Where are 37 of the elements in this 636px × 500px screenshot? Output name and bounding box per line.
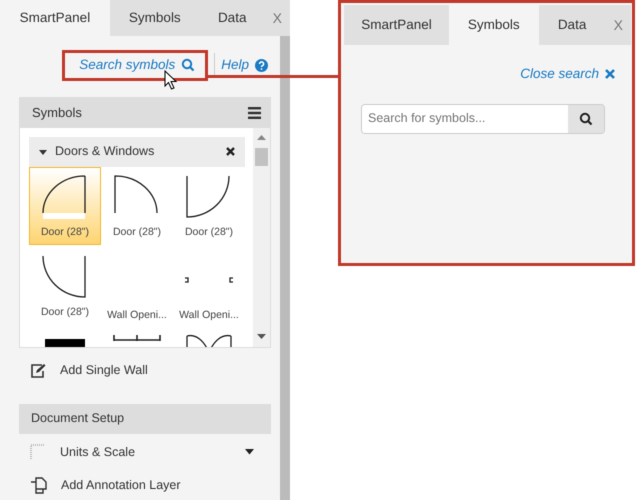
scrollbar[interactable] <box>253 128 270 347</box>
close-icon <box>226 147 235 156</box>
panel-title: Symbols <box>32 104 82 122</box>
search-button[interactable] <box>568 104 604 133</box>
action-link[interactable]: Add Single Wall <box>60 361 148 380</box>
help-icon <box>255 58 268 72</box>
menu-icon <box>248 106 261 119</box>
symbol-label: Door (28") <box>184 224 234 240</box>
scrollbar[interactable] <box>280 36 290 500</box>
symbol-label: Door (28") <box>40 224 90 240</box>
wall-studs-drawing <box>112 332 162 341</box>
section-header: Document Setup <box>19 404 271 434</box>
symbol-label: Door (28") <box>40 304 90 320</box>
search-icon <box>579 112 593 126</box>
symbol-label: Wall Openi... <box>107 308 167 323</box>
wall-opening-drawing <box>184 277 234 284</box>
close-icon <box>605 69 615 80</box>
close-search-link[interactable]: Close search <box>520 67 615 82</box>
tab[interactable]: Data <box>200 0 265 36</box>
category-title: Doors & Windows <box>55 143 156 160</box>
search-icon <box>181 58 196 72</box>
action-link[interactable]: Units & Scale <box>60 442 136 462</box>
ruler-icon <box>30 444 46 460</box>
search-field[interactable]: Search for symbols... <box>361 104 605 134</box>
tab[interactable]: SmartPanel <box>344 5 450 45</box>
help-link[interactable]: Help <box>221 58 268 73</box>
symbol-label: Door (28") <box>112 224 162 240</box>
symbol-tile[interactable]: Door (28") <box>29 166 101 245</box>
tab[interactable]: Data <box>538 5 606 45</box>
edit-icon <box>30 362 46 379</box>
layer-icon <box>30 476 47 494</box>
symbol-label: Wall Openi... <box>179 308 239 323</box>
action-link[interactable]: Add Annotation Layer <box>61 476 181 495</box>
search-link[interactable]: Search symbols <box>79 58 196 73</box>
category-header[interactable]: Doors & Windows <box>29 136 245 167</box>
tab[interactable]: Symbols <box>110 0 200 36</box>
cursor-icon <box>164 70 178 90</box>
